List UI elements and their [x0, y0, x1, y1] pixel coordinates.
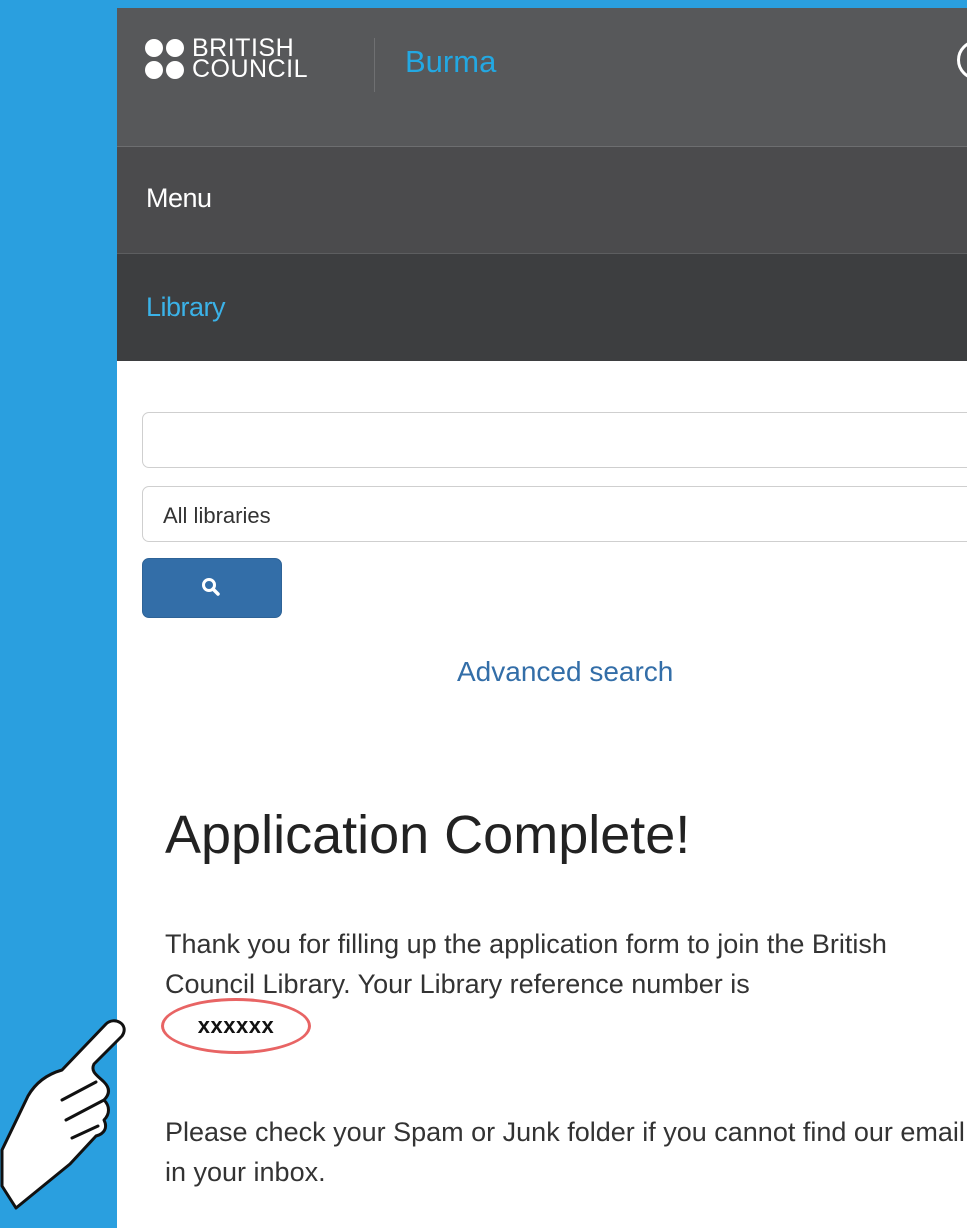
reference-number: xxxxxx — [197, 1013, 275, 1038]
page-title: Application Complete! — [165, 805, 691, 865]
language-icon[interactable] — [957, 40, 967, 80]
confirmation-message: Thank you for filling up the application… — [165, 929, 887, 999]
british-council-logo[interactable]: BRITISH COUNCIL — [145, 34, 309, 83]
search-icon — [202, 578, 220, 596]
header-divider — [374, 38, 375, 92]
page-frame: BRITISH COUNCIL Burma Menu Library All l… — [117, 8, 967, 1228]
country-name[interactable]: Burma — [405, 44, 496, 80]
section-nav-bar[interactable]: Library — [117, 254, 967, 361]
spam-notice: Please check your Spam or Junk folder if… — [165, 1117, 965, 1187]
search-input[interactable] — [142, 412, 967, 468]
section-label[interactable]: Library — [146, 292, 226, 323]
search-button[interactable] — [142, 558, 282, 618]
reference-number-highlight: xxxxxx — [161, 998, 311, 1054]
advanced-search-link[interactable]: Advanced search — [457, 656, 673, 688]
pointing-hand-icon — [0, 1019, 126, 1210]
logo-text: BRITISH COUNCIL — [192, 34, 309, 83]
logo-dots-icon — [145, 39, 184, 79]
library-select[interactable]: All libraries — [142, 486, 967, 542]
library-select-value: All libraries — [163, 503, 271, 528]
menu-label[interactable]: Menu — [146, 183, 212, 214]
site-header: BRITISH COUNCIL Burma — [117, 8, 967, 147]
main-menu-bar[interactable]: Menu — [117, 147, 967, 254]
